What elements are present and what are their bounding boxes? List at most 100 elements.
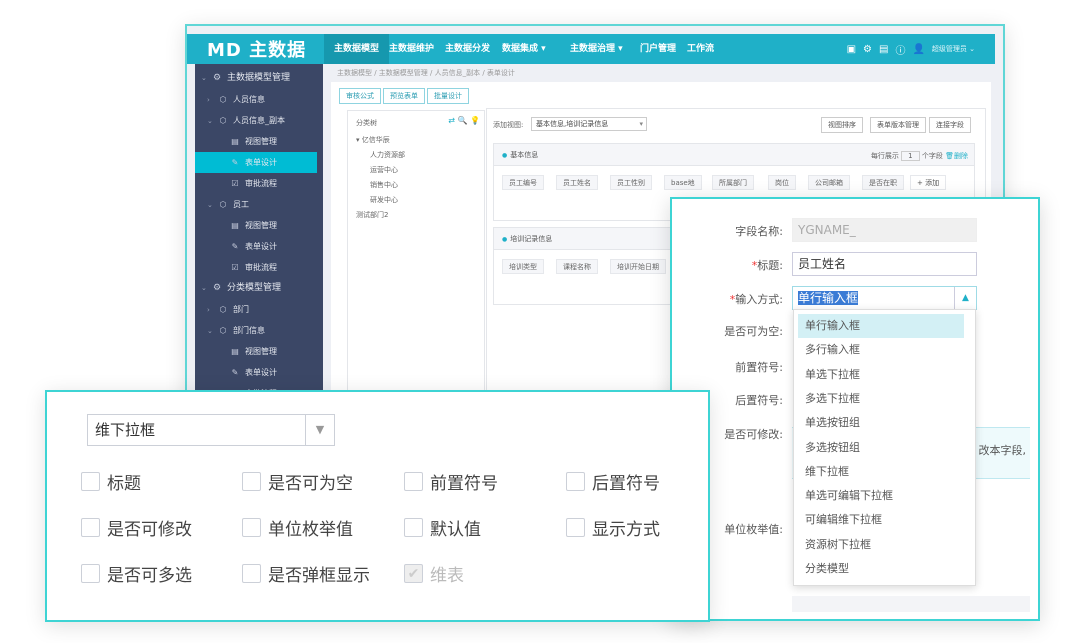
nav-item[interactable]: 数据集成 ▾ bbox=[492, 34, 556, 64]
dropdown-option[interactable]: 多选按钮组 bbox=[798, 436, 964, 460]
add-field-button[interactable]: + 添加 bbox=[910, 175, 947, 190]
field-name-input[interactable]: YGNAME_ bbox=[792, 218, 977, 242]
chevron-icon[interactable]: ⌄ bbox=[201, 68, 211, 89]
nav-item[interactable]: 工作流 bbox=[677, 34, 724, 64]
chevron-icon[interactable]: ⌄ bbox=[207, 111, 217, 132]
message-icon[interactable]: ▤ bbox=[879, 44, 888, 55]
checkbox-box[interactable] bbox=[81, 472, 100, 491]
checkbox-4[interactable]: 是否可修改 bbox=[81, 515, 192, 540]
dropdown-option[interactable]: 多选下拉框 bbox=[798, 387, 964, 411]
dropdown-option[interactable]: 维下拉框 bbox=[798, 460, 964, 484]
sidebar-item[interactable]: ✎ 表单设计 bbox=[195, 236, 317, 257]
sidebar-item[interactable]: ☑ 审批流程 bbox=[195, 173, 317, 194]
field-chip[interactable]: base地 bbox=[664, 175, 702, 190]
checkbox-box[interactable] bbox=[566, 518, 585, 537]
user-icon[interactable]: 👤 bbox=[912, 44, 924, 55]
checkbox-0[interactable]: 标题 bbox=[81, 469, 141, 494]
sidebar-item[interactable]: ☑ 审批流程 bbox=[195, 257, 317, 278]
dropdown-option[interactable]: 资源树下拉框 bbox=[798, 533, 964, 557]
field-chip[interactable]: 岗位 bbox=[768, 175, 796, 190]
checkmark-icon[interactable]: ✔ bbox=[404, 564, 423, 583]
input-mode-value: 单行输入框 bbox=[798, 291, 859, 305]
dropdown-option[interactable]: 单行输入框 bbox=[798, 314, 964, 338]
dropdown-option[interactable]: 分类模型 bbox=[798, 557, 964, 581]
checkbox-7[interactable]: 显示方式 bbox=[566, 515, 660, 540]
sidebar-item[interactable]: ⌄ ⬡ 部门信息 bbox=[195, 320, 317, 341]
chevron-icon[interactable]: ⌄ bbox=[201, 278, 211, 299]
field-chip[interactable]: 公司邮箱 bbox=[808, 175, 850, 190]
sidebar-item[interactable]: ⌄ ⚙ 分类模型管理 bbox=[195, 278, 317, 299]
field-chip[interactable]: 员工编号 bbox=[502, 175, 544, 190]
checkbox-5[interactable]: 单位枚举值 bbox=[242, 515, 353, 540]
sidebar-item[interactable]: ✎ 表单设计 bbox=[195, 152, 317, 173]
view-sort-button[interactable]: 视图排序 bbox=[821, 117, 863, 133]
checkbox-box[interactable] bbox=[242, 564, 261, 583]
checkbox-8[interactable]: 是否可多选 bbox=[81, 561, 192, 586]
batch-design-button[interactable]: 批量设计 bbox=[427, 88, 469, 104]
tree-node[interactable]: 研发中心 bbox=[370, 195, 398, 205]
checkbox-box[interactable] bbox=[404, 518, 423, 537]
tree-node[interactable]: 运营中心 bbox=[370, 165, 398, 175]
per-row-input[interactable]: 1 bbox=[901, 151, 920, 161]
user-menu[interactable]: 超级管理员 ⌄ bbox=[932, 44, 975, 54]
chevron-up-icon[interactable]: ▲ bbox=[954, 287, 976, 309]
form-version-button[interactable]: 表单版本管理 bbox=[870, 117, 926, 133]
audit-formula-button[interactable]: 审核公式 bbox=[339, 88, 381, 104]
tree-tool-icons[interactable]: ⇄ 🔍 💡 bbox=[448, 116, 480, 125]
checkbox-9[interactable]: 是否弹框显示 bbox=[242, 561, 370, 586]
chevron-icon[interactable]: ⌄ bbox=[207, 195, 217, 216]
tree-node[interactable]: 人力资源部 bbox=[370, 150, 405, 160]
field-chip[interactable]: 所属部门 bbox=[712, 175, 754, 190]
field-chip[interactable]: 培训开始日期 bbox=[610, 259, 666, 274]
monitor-icon[interactable]: ▣ bbox=[847, 44, 856, 55]
checkbox-box[interactable] bbox=[81, 518, 100, 537]
nav-item[interactable]: 主数据治理 ▾ bbox=[560, 34, 633, 64]
chevron-icon[interactable]: ⌄ bbox=[207, 321, 217, 342]
checkbox-box[interactable] bbox=[404, 472, 423, 491]
sidebar-item[interactable]: ✎ 表单设计 bbox=[195, 362, 317, 383]
checkbox-box[interactable] bbox=[566, 472, 585, 491]
title-input[interactable]: 员工姓名 bbox=[792, 252, 977, 276]
sidebar-item[interactable]: ⌄ ⚙ 主数据模型管理 bbox=[195, 68, 317, 89]
tree-tab[interactable]: 分类树 bbox=[356, 118, 377, 128]
checkbox-box[interactable] bbox=[242, 472, 261, 491]
sidebar-item[interactable]: ⌄ ⬡ 员工 bbox=[195, 194, 317, 215]
sidebar-item[interactable]: ▤ 视图管理 bbox=[195, 215, 317, 236]
checkbox-1[interactable]: 是否可为空 bbox=[242, 469, 353, 494]
checkbox-box[interactable] bbox=[81, 564, 100, 583]
tree-node[interactable]: 销售中心 bbox=[370, 180, 398, 190]
sidebar-item[interactable]: ▤ 视图管理 bbox=[195, 131, 317, 152]
checkbox-box[interactable] bbox=[242, 518, 261, 537]
gear-icon[interactable]: ⚙ bbox=[863, 44, 872, 55]
field-chip[interactable]: 是否在职 bbox=[862, 175, 904, 190]
checkbox-2[interactable]: 前置符号 bbox=[404, 469, 498, 494]
dimension-select[interactable]: 维下拉框 ▼ bbox=[87, 414, 335, 446]
add-view-select[interactable]: 基本信息,培训记录信息 ▾ bbox=[531, 117, 647, 131]
tree-node[interactable]: ▾ 亿信华辰 bbox=[356, 135, 390, 145]
field-chip[interactable]: 课程名称 bbox=[556, 259, 598, 274]
nav-item[interactable]: 主数据分发 bbox=[435, 34, 500, 64]
field-chip[interactable]: 员工性别 bbox=[610, 175, 652, 190]
sidebar-item[interactable]: › ⬡ 人员信息 bbox=[195, 89, 317, 110]
field-chip[interactable]: 培训类型 bbox=[502, 259, 544, 274]
chevron-icon[interactable]: › bbox=[207, 90, 217, 111]
dropdown-option[interactable]: 多行输入框 bbox=[798, 338, 964, 362]
dropdown-option[interactable]: 可编辑维下拉框 bbox=[798, 508, 964, 532]
checkbox-6[interactable]: 默认值 bbox=[404, 515, 481, 540]
link-field-button[interactable]: 连接字段 bbox=[929, 117, 971, 133]
chevron-icon[interactable]: › bbox=[207, 300, 217, 321]
delete-button[interactable]: 🗑删除 bbox=[945, 152, 968, 160]
dropdown-option[interactable]: 单选按钮组 bbox=[798, 411, 964, 435]
dropdown-option[interactable]: 单选可编辑下拉框 bbox=[798, 484, 964, 508]
preview-form-button[interactable]: 预览表单 bbox=[383, 88, 425, 104]
sidebar-item[interactable]: ⌄ ⬡ 人员信息_副本 bbox=[195, 110, 317, 131]
chevron-down-icon[interactable]: ▼ bbox=[305, 415, 334, 445]
input-mode-select[interactable]: 单行输入框 ▲ bbox=[792, 286, 977, 310]
field-chip[interactable]: 员工姓名 bbox=[556, 175, 598, 190]
sidebar-item[interactable]: ▤ 视图管理 bbox=[195, 341, 317, 362]
tree-node[interactable]: 测试部门2 bbox=[356, 210, 388, 220]
dropdown-option[interactable]: 单选下拉框 bbox=[798, 363, 964, 387]
sidebar-item[interactable]: › ⬡ 部门 bbox=[195, 299, 317, 320]
info-icon[interactable]: ⓘ bbox=[895, 42, 905, 57]
checkbox-3[interactable]: 后置符号 bbox=[566, 469, 660, 494]
